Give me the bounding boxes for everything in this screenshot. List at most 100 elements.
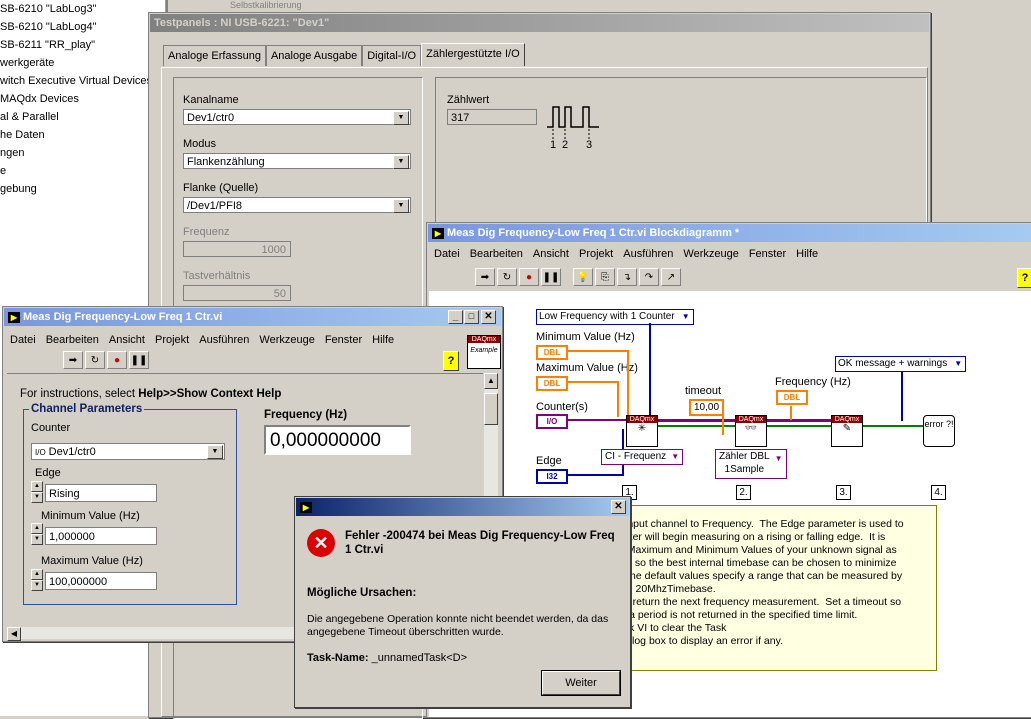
menu-projekt[interactable]: Projekt [579,248,613,260]
max-wire [566,381,618,383]
menu-bearbeiten[interactable]: Bearbeiten [470,248,523,260]
increment-icon[interactable]: ▲ [31,523,43,534]
edge-label: Edge [35,467,61,479]
tree-item[interactable]: SB-6210 "LabLog4" [0,18,165,36]
close-icon[interactable]: ✕ [611,500,626,514]
scroll-thumb[interactable] [484,393,498,425]
increment-icon[interactable]: ▲ [31,481,43,492]
menu-ausfuehren[interactable]: Ausführen [199,334,249,346]
pause-icon[interactable]: ❚❚ [129,351,149,369]
min-value-terminal[interactable]: DBL [536,345,568,360]
tree-item[interactable]: al & Parallel [0,108,165,126]
scroll-left-icon[interactable]: ◀ [7,627,21,641]
max-value-terminal[interactable]: DBL [536,376,568,391]
menu-ausfuehren[interactable]: Ausführen [623,248,673,260]
low-freq-ring[interactable]: Low Frequency with 1 Counter ▼ [536,309,694,325]
pause-icon[interactable]: ❚❚ [541,268,561,286]
edge-terminal[interactable]: I32 [536,469,568,484]
daqmx-read-node[interactable]: DAQmx 👓 [735,415,767,447]
menu-ansicht[interactable]: Ansicht [533,248,569,260]
help-icon[interactable]: ? [443,351,459,371]
front-toolbar: ➡ ↻ ● ❚❚ [63,351,151,369]
abort-icon[interactable]: ● [107,351,127,369]
chevron-down-icon[interactable]: ▼ [393,111,409,125]
chevron-down-icon[interactable]: ▼ [393,155,409,169]
min-value-control[interactable]: 1,000000 [45,527,157,545]
front-title-text: Meas Dig Frequency-Low Freq 1 Ctr.vi [23,311,223,323]
step-over-icon[interactable]: ↷ [639,268,659,286]
chevron-down-icon[interactable]: ▼ [207,445,223,459]
edge-control[interactable]: Rising [45,484,157,502]
flanke-dropdown[interactable]: /Dev1/PFI8 ▼ [183,197,411,213]
edge-ring-arrows[interactable]: ▲ ▼ [31,481,43,503]
run-arrow-icon[interactable]: ➡ [475,268,495,286]
highlight-bulb-icon[interactable]: 💡 [573,268,593,286]
step-into-icon[interactable]: ↴ [617,268,637,286]
menu-werkzeuge[interactable]: Werkzeuge [259,334,314,346]
kanalname-value: Dev1/ctr0 [187,112,235,124]
pulse-label-2: 2 [562,139,569,151]
tree-item[interactable]: SB-6210 "LabLog3" [0,0,165,18]
help-icon[interactable]: ? [1017,268,1031,288]
increment-icon[interactable]: ▲ [31,569,43,580]
tab-zaehler-io[interactable]: Zählergestützte I/O [421,43,525,66]
msg-ring[interactable]: OK message + warnings ▼ [835,356,967,372]
menu-werkzeuge[interactable]: Werkzeuge [683,248,738,260]
max-value-control[interactable]: 100,000000 [45,572,157,590]
tree-item[interactable]: MAQdx Devices [0,90,165,108]
scroll-up-icon[interactable]: ▲ [484,373,498,389]
minimize-icon[interactable]: _ [448,310,463,324]
timeout-constant[interactable]: 10,00 [689,399,725,416]
decrement-icon[interactable]: ▼ [31,580,43,591]
tab-analoge-ausgabe[interactable]: Analoge Ausgabe [265,45,363,66]
run-continuous-icon[interactable]: ↻ [85,351,105,369]
menu-ansicht[interactable]: Ansicht [109,334,145,346]
menu-hilfe[interactable]: Hilfe [372,334,394,346]
retain-wire-icon[interactable]: ⎘ [595,268,615,286]
run-arrow-icon[interactable]: ➡ [63,351,83,369]
tree-item[interactable]: he Daten [0,126,165,144]
error-handler-node[interactable]: error ?! [923,415,955,447]
tree-item[interactable]: witch Executive Virtual Devices [0,72,165,90]
min-stepper[interactable]: ▲ ▼ [31,523,43,545]
step-3: 3. [836,485,851,500]
decrement-icon[interactable]: ▼ [31,492,43,503]
menu-fenster[interactable]: Fenster [325,334,362,346]
chevron-down-icon[interactable]: ▼ [393,199,409,213]
zaehler-ring[interactable]: Zähler DBL 1Sample ▼ [715,449,787,479]
tab-analoge-erfassung[interactable]: Analoge Erfassung [163,45,266,66]
frequenz-field: 1000 [183,241,291,257]
daqmx-clear-node[interactable]: DAQmx ✎ [831,415,863,447]
menu-datei[interactable]: Datei [434,248,460,260]
ci-frequenz-ring[interactable]: CI - Frequenz ▼ [601,449,684,465]
max-value-label: Maximum Value (Hz) [41,555,143,567]
daqmx-create-channel-node[interactable]: DAQmx ✳ [626,415,658,447]
tab-digital-io[interactable]: Digital-I/O [362,45,422,66]
frequency-out-terminal[interactable]: DBL [776,390,808,405]
tree-item[interactable]: SB-6211 "RR_play" [0,36,165,54]
menu-datei[interactable]: Datei [10,334,36,346]
error-wire-2 [861,425,925,427]
menu-bearbeiten[interactable]: Bearbeiten [46,334,99,346]
weiter-button[interactable]: Weiter [541,670,621,696]
counter-terminal[interactable]: I/O [536,414,568,429]
tree-item[interactable]: gebung [0,180,165,198]
chevron-down-icon: ▼ [681,312,690,321]
tree-item[interactable]: ngen [0,144,165,162]
close-icon[interactable]: ✕ [481,310,496,324]
menu-hilfe[interactable]: Hilfe [796,248,818,260]
kanalname-dropdown[interactable]: Dev1/ctr0 ▼ [183,109,411,125]
run-continuous-icon[interactable]: ↻ [497,268,517,286]
modus-dropdown[interactable]: Flankenzählung ▼ [183,153,411,169]
tree-item[interactable]: e [0,162,165,180]
abort-icon[interactable]: ● [519,268,539,286]
max-stepper[interactable]: ▲ ▼ [31,569,43,591]
menu-fenster[interactable]: Fenster [749,248,786,260]
maximize-icon[interactable]: □ [464,310,479,324]
step-out-icon[interactable]: ↗ [661,268,681,286]
instructions-text: For instructions, select Help>>Show Cont… [20,388,281,400]
menu-projekt[interactable]: Projekt [155,334,189,346]
decrement-icon[interactable]: ▼ [31,534,43,545]
counter-control[interactable]: I/O Dev1/ctr0 ▼ [31,443,225,460]
tree-item[interactable]: werkgeräte [0,54,165,72]
